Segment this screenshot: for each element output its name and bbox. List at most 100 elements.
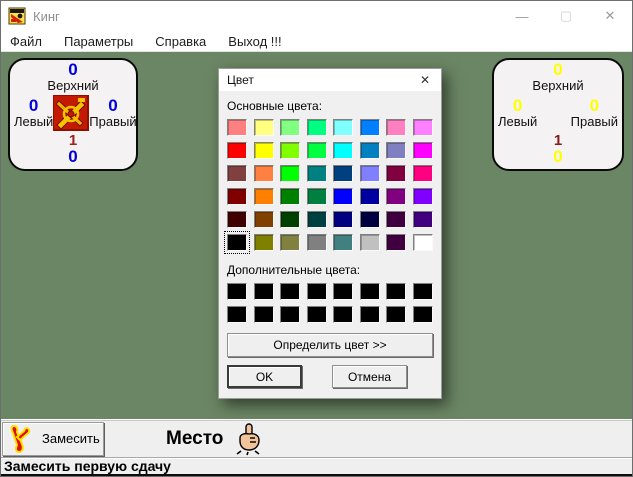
color-swatch[interactable]	[333, 283, 354, 300]
menu-help[interactable]: Справка	[155, 34, 206, 49]
cancel-button[interactable]: Отмена	[332, 365, 407, 388]
color-swatch[interactable]	[253, 188, 274, 205]
color-swatch[interactable]	[386, 306, 407, 323]
color-swatch[interactable]	[306, 234, 327, 251]
color-swatch[interactable]	[359, 119, 380, 136]
shuffle-icon	[10, 424, 31, 453]
color-swatch[interactable]	[386, 234, 407, 251]
pointing-hand-icon	[236, 422, 261, 455]
color-swatch[interactable]	[224, 231, 250, 254]
color-swatch[interactable]	[253, 306, 274, 323]
color-swatch[interactable]	[227, 211, 247, 228]
color-swatch[interactable]	[227, 283, 247, 300]
color-swatch[interactable]	[386, 165, 407, 182]
color-swatch[interactable]	[359, 211, 380, 228]
color-swatch[interactable]	[386, 283, 407, 300]
color-swatch[interactable]	[412, 211, 433, 228]
menu-file[interactable]: Файл	[10, 34, 42, 49]
shuffle-button[interactable]: Замесить	[2, 421, 104, 456]
title-bar: Кинг — ▢ ✕	[1, 1, 632, 31]
color-swatch[interactable]	[333, 142, 354, 159]
color-swatch[interactable]	[253, 119, 274, 136]
color-swatch[interactable]	[333, 188, 354, 205]
label-right: Правый	[570, 114, 618, 129]
color-swatch[interactable]	[412, 188, 433, 205]
color-swatch[interactable]	[412, 306, 433, 323]
color-swatch[interactable]	[306, 306, 327, 323]
color-swatch[interactable]	[227, 165, 247, 182]
color-swatch[interactable]	[386, 142, 407, 159]
color-swatch[interactable]	[227, 188, 247, 205]
color-swatch[interactable]	[280, 234, 301, 251]
color-dialog: Цвет ✕ Основные цвета: Дополнительные цв…	[218, 68, 442, 399]
menu-bar: Файл Параметры Справка Выход !!!	[1, 31, 632, 52]
color-swatch[interactable]	[333, 119, 354, 136]
color-swatch[interactable]	[359, 234, 380, 251]
ok-button[interactable]: OK	[227, 365, 302, 388]
color-swatch[interactable]	[280, 142, 301, 159]
color-swatch[interactable]	[359, 142, 380, 159]
game-table: 0 Верхний 0 Левый 0 Правый 1 0 0 Верхний…	[1, 52, 632, 419]
color-swatch[interactable]	[306, 211, 327, 228]
color-swatch[interactable]	[333, 306, 354, 323]
app-window: Кинг — ▢ ✕ Файл Параметры Справка Выход …	[0, 0, 633, 477]
score-right: 0	[589, 96, 600, 115]
basic-colors-label: Основные цвета:	[227, 99, 323, 113]
color-swatch[interactable]	[386, 119, 407, 136]
shuffle-button-label: Замесить	[42, 431, 100, 446]
minimize-button[interactable]: —	[500, 1, 544, 31]
define-custom-color-button[interactable]: Определить цвет >>	[227, 333, 433, 357]
score-left: 0	[28, 96, 39, 115]
color-swatch[interactable]	[333, 165, 354, 182]
score-top: 0	[553, 60, 563, 79]
color-swatch[interactable]	[280, 211, 301, 228]
panel-center-spacer	[537, 94, 570, 132]
color-swatch[interactable]	[359, 306, 380, 323]
menu-exit[interactable]: Выход !!!	[228, 34, 281, 49]
score-panel-right: 0 Верхний 0 Левый 0 Правый 1 0	[492, 58, 624, 171]
color-swatch[interactable]	[386, 211, 407, 228]
round-number: 1	[553, 132, 563, 149]
color-swatch[interactable]	[359, 188, 380, 205]
color-swatch[interactable]	[227, 306, 247, 323]
color-swatch[interactable]	[306, 283, 327, 300]
close-button[interactable]: ✕	[588, 1, 632, 31]
color-swatch[interactable]	[306, 188, 327, 205]
maximize-button[interactable]: ▢	[544, 1, 588, 31]
color-swatch[interactable]	[280, 188, 301, 205]
color-swatch[interactable]	[227, 142, 247, 159]
color-swatch[interactable]	[333, 234, 354, 251]
color-swatch[interactable]	[280, 165, 301, 182]
color-swatch[interactable]	[280, 306, 301, 323]
color-swatch[interactable]	[306, 142, 327, 159]
color-swatch[interactable]	[227, 119, 247, 136]
color-swatch[interactable]	[306, 165, 327, 182]
color-swatch[interactable]	[253, 142, 274, 159]
color-swatch[interactable]	[412, 119, 433, 136]
status-text: Замесить первую сдачу	[4, 458, 171, 474]
color-swatch[interactable]	[359, 165, 380, 182]
menu-options[interactable]: Параметры	[64, 34, 133, 49]
color-swatch[interactable]	[253, 211, 274, 228]
color-swatch[interactable]	[412, 234, 433, 251]
score-bottom: 0	[553, 147, 563, 166]
label-top: Верхний	[532, 78, 584, 93]
color-swatch[interactable]	[253, 283, 274, 300]
color-swatch[interactable]	[386, 188, 407, 205]
dialog-close-icon[interactable]: ✕	[409, 69, 441, 91]
color-swatch[interactable]	[333, 211, 354, 228]
score-panel-left: 0 Верхний 0 Левый 0 Правый 1 0	[8, 58, 138, 171]
app-icon	[8, 7, 26, 25]
color-swatch[interactable]	[280, 283, 301, 300]
score-left: 0	[512, 96, 523, 115]
color-swatch[interactable]	[412, 142, 433, 159]
color-swatch[interactable]	[280, 119, 301, 136]
color-swatch[interactable]	[359, 283, 380, 300]
label-top: Верхний	[47, 78, 99, 93]
color-swatch[interactable]	[412, 165, 433, 182]
color-swatch[interactable]	[412, 283, 433, 300]
color-swatch[interactable]	[253, 234, 274, 251]
bottom-toolbar: Замесить Место	[1, 419, 632, 457]
color-swatch[interactable]	[253, 165, 274, 182]
color-swatch[interactable]	[306, 119, 327, 136]
